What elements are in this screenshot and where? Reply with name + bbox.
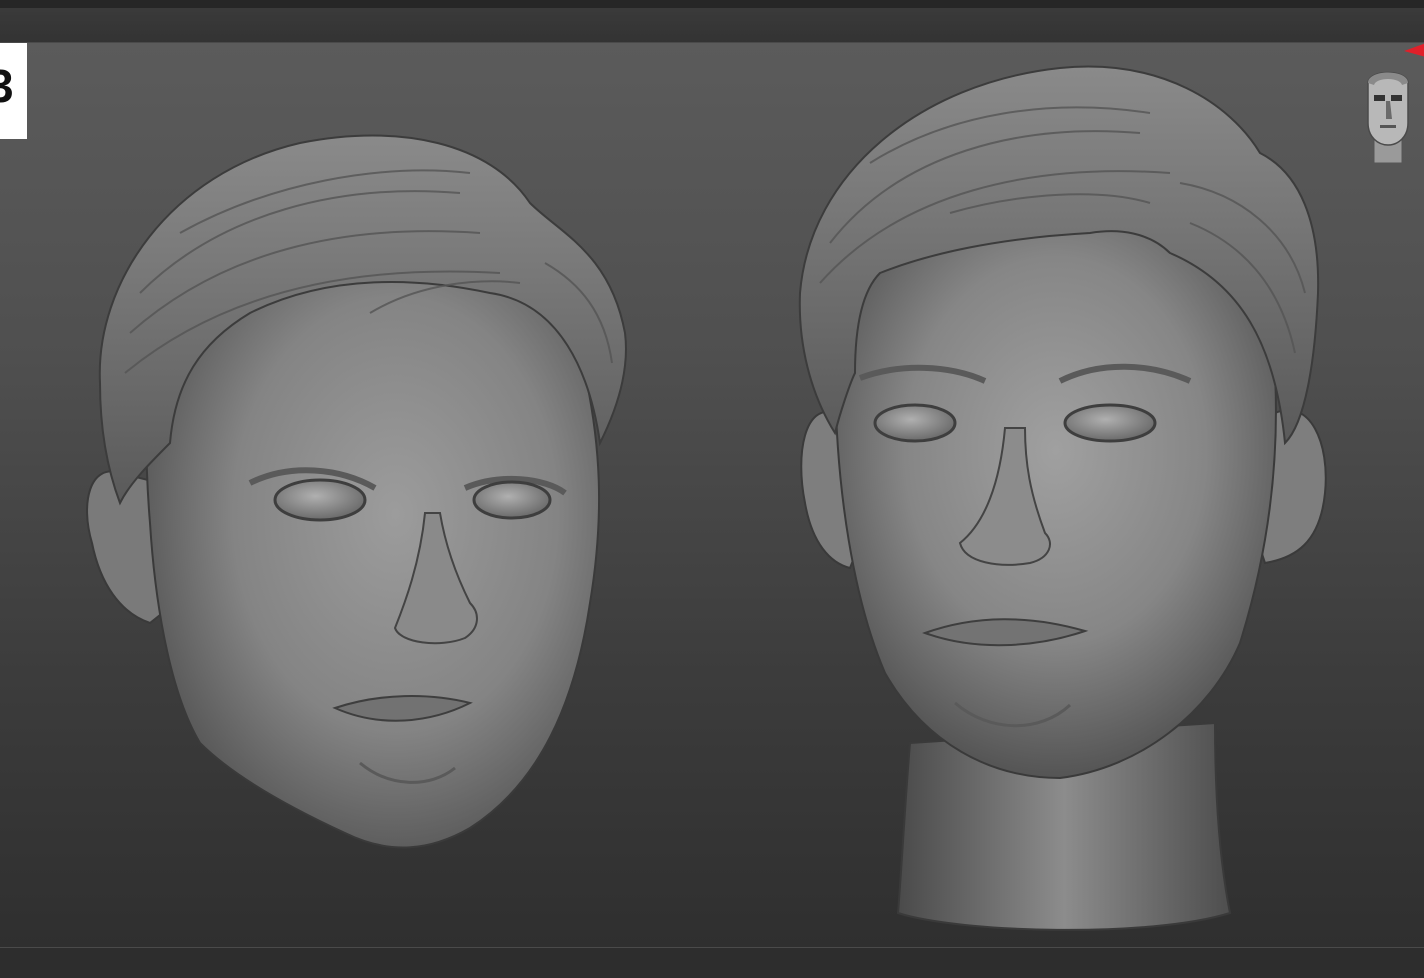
right-head-face xyxy=(833,211,1277,780)
left-head-eye-left xyxy=(472,480,552,520)
top-menu-strip xyxy=(0,0,1424,9)
sculpted-heads[interactable] xyxy=(0,43,1424,947)
sculpting-app-window: 3 xyxy=(0,0,1424,978)
head-three-quarter-view xyxy=(86,134,627,849)
right-head-eye-left xyxy=(1063,403,1157,443)
left-head-eye-right xyxy=(273,478,367,522)
red-arrow-marker-icon xyxy=(1404,43,1424,57)
head-front-view xyxy=(798,65,1327,931)
head-orientation-icon[interactable] xyxy=(1362,63,1414,167)
3d-viewport-canvas[interactable]: 3 xyxy=(0,43,1424,947)
bottom-status-strip xyxy=(0,947,1424,978)
right-head-eye-right xyxy=(873,403,957,443)
toolbar xyxy=(0,9,1424,43)
